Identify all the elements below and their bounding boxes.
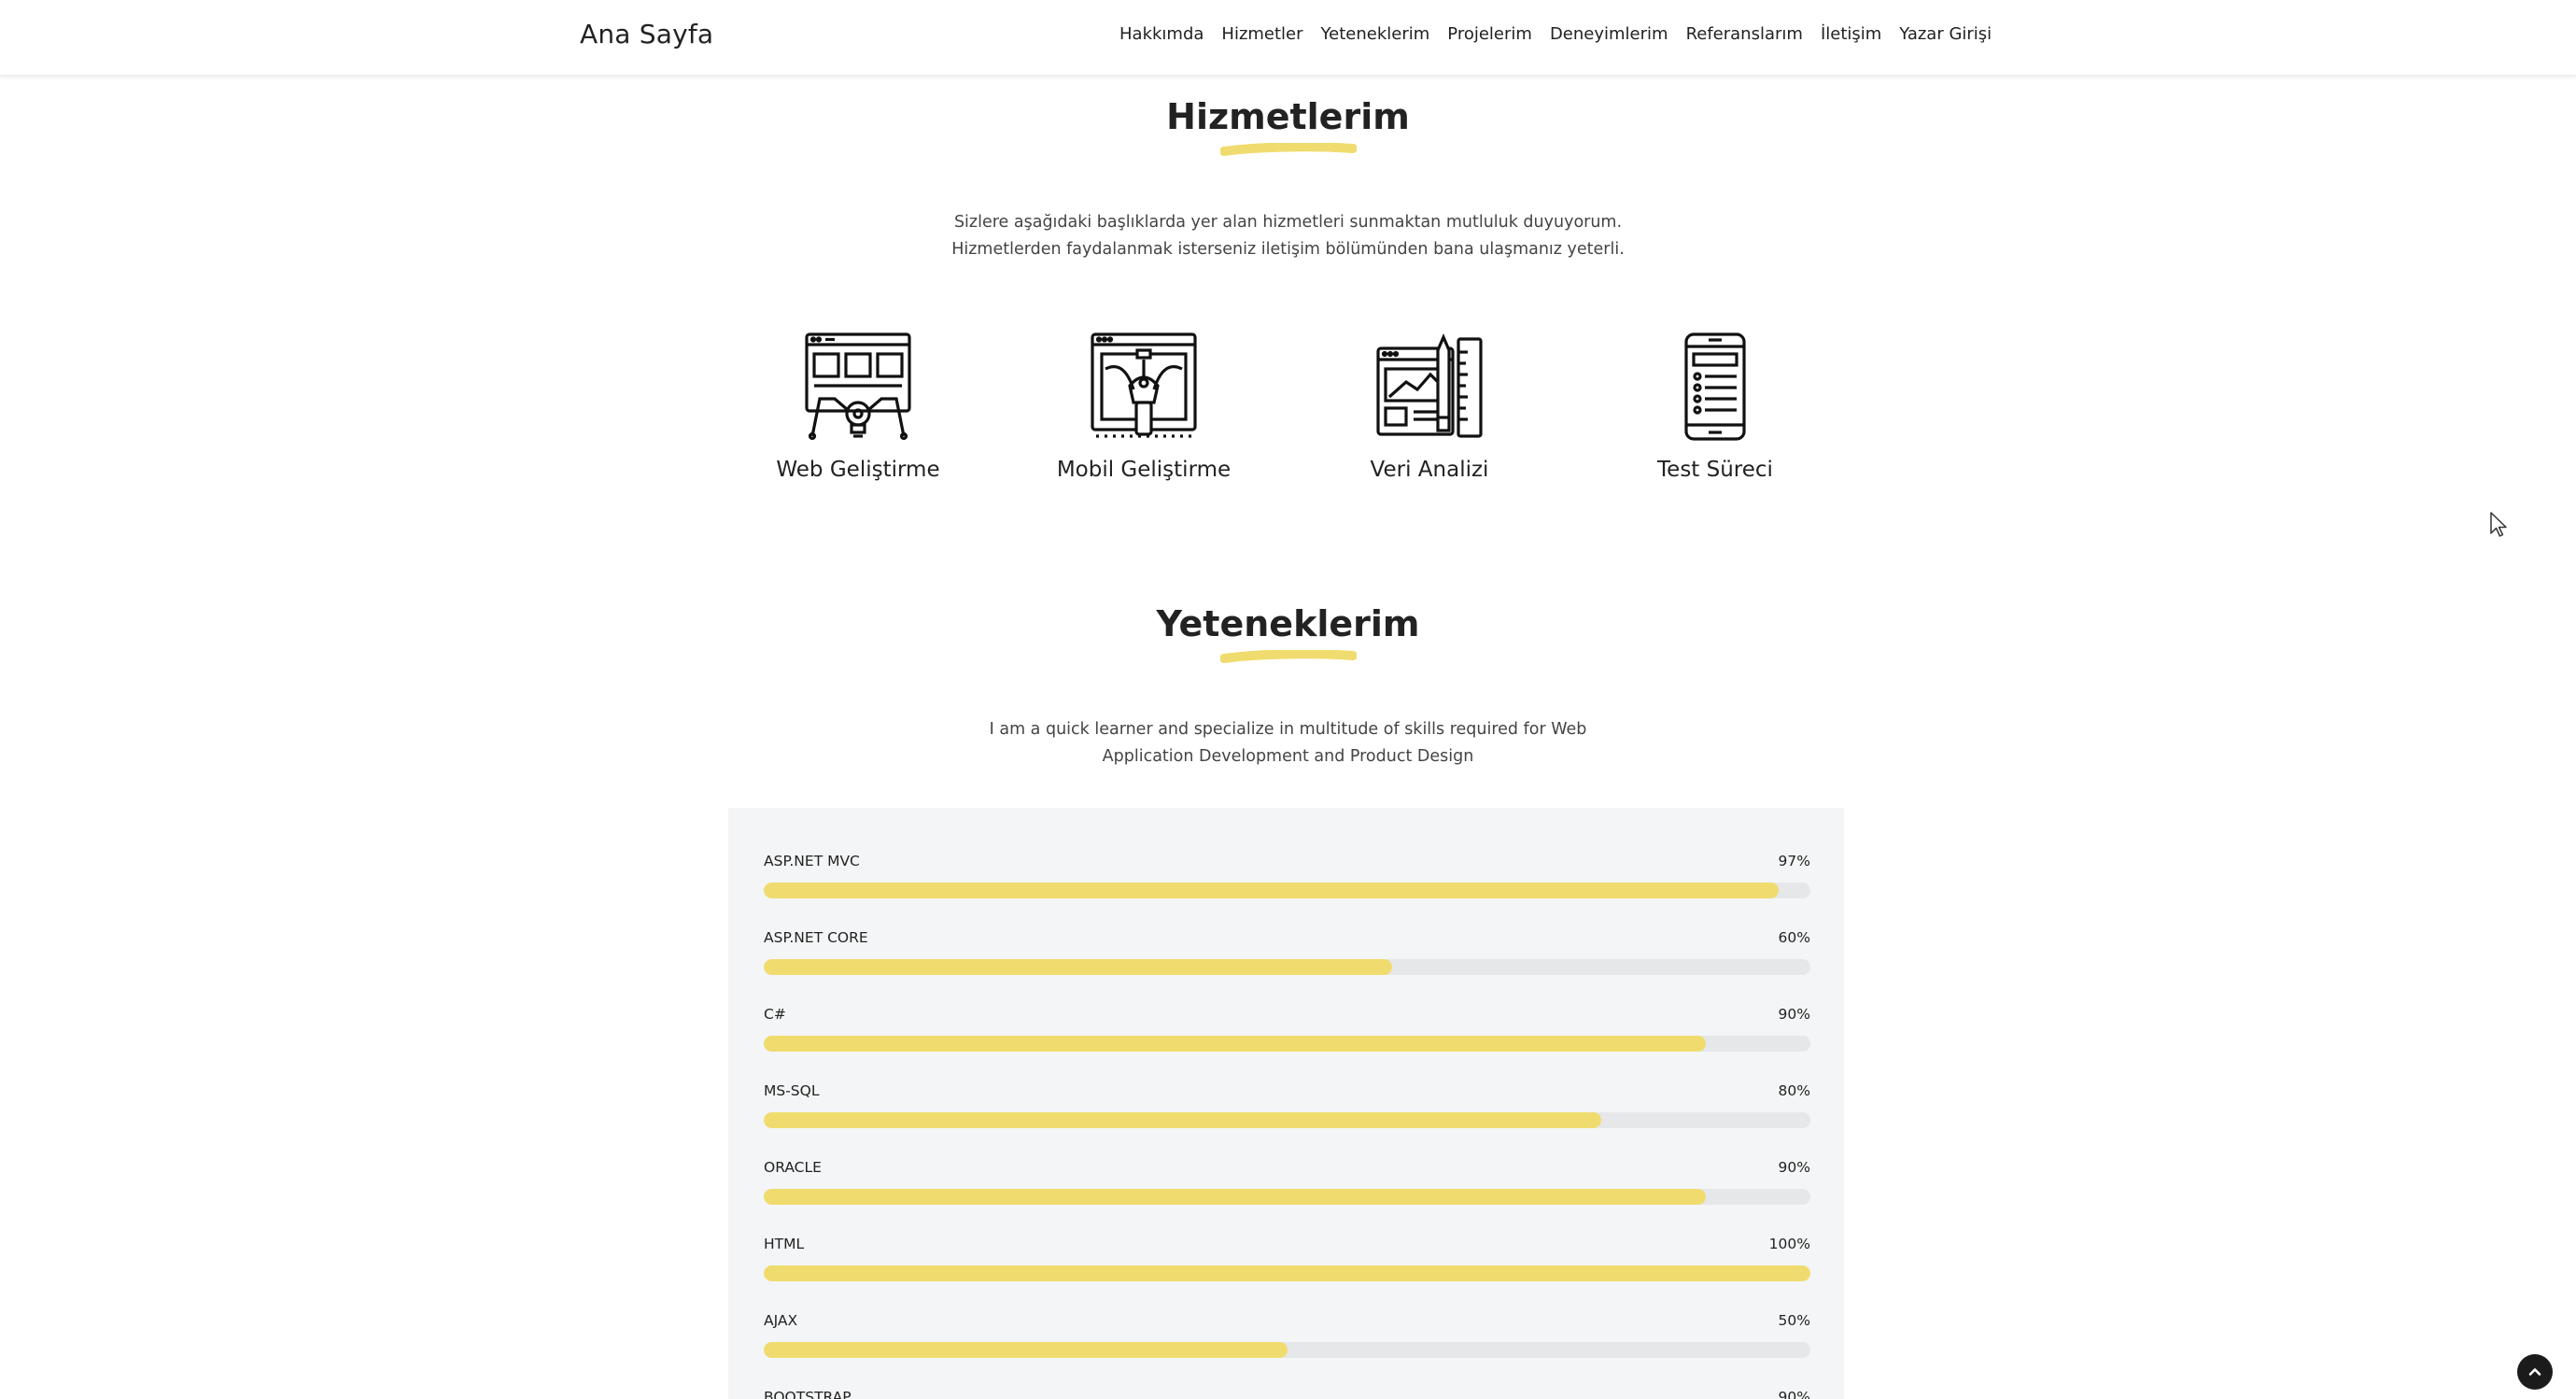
- skill-percent: 90%: [1778, 1006, 1810, 1023]
- service-label: Web Geliştirme: [776, 458, 940, 482]
- skill-row: ASP.NET CORE 60%: [764, 929, 1810, 985]
- skill-progress-track: [764, 1189, 1810, 1205]
- nav-link-services[interactable]: Hizmetler: [1221, 24, 1302, 44]
- nav-links: Hakkımda Hizmetler Yeteneklerim Projeler…: [1119, 24, 2009, 44]
- services-desc-line-2: Hizmetlerden faydalanmak isterseniz ilet…: [951, 240, 1625, 259]
- scroll-to-top-button[interactable]: [2517, 1354, 2553, 1390]
- service-web-development: Web Geliştirme: [737, 332, 979, 482]
- skill-name: ASP.NET CORE: [764, 929, 868, 946]
- nav-link-author-login[interactable]: Yazar Girişi: [1899, 24, 1992, 44]
- skill-percent: 90%: [1778, 1159, 1810, 1176]
- services-title: Hizmetlerim: [1166, 96, 1410, 137]
- skill-name: MS-SQL: [764, 1082, 820, 1099]
- service-label: Mobil Geliştirme: [1056, 458, 1232, 482]
- skill-progress-track: [764, 1036, 1810, 1052]
- skill-row: C# 90%: [764, 1006, 1810, 1062]
- nav-link-projects[interactable]: Projelerim: [1447, 24, 1532, 44]
- skill-name: ORACLE: [764, 1159, 822, 1176]
- mobile-checklist-icon: [1684, 332, 1746, 441]
- skills-panel: ASP.NET MVC 97% ASP.NET CORE 60% C# 90% …: [728, 808, 1844, 1399]
- service-label: Veri Analizi: [1370, 458, 1489, 482]
- navbar: Ana Sayfa Hakkımda Hizmetler Yetenekleri…: [0, 0, 2576, 76]
- skill-row: MS-SQL 80%: [764, 1082, 1810, 1138]
- service-mobile-development: Mobil Geliştirme: [1022, 332, 1265, 482]
- nav-link-references[interactable]: Referanslarım: [1686, 24, 1803, 44]
- skill-progress-track: [764, 1265, 1810, 1281]
- skill-progress-fill: [764, 1189, 1706, 1205]
- skill-name: AJAX: [764, 1312, 798, 1329]
- skill-progress-track: [764, 959, 1810, 975]
- skill-row: HTML 100%: [764, 1236, 1810, 1292]
- skill-name: BOOTSTRAP: [764, 1389, 852, 1399]
- service-testing: Test Süreci: [1594, 332, 1837, 482]
- nav-link-skills[interactable]: Yeteneklerim: [1321, 24, 1430, 44]
- skill-percent: 100%: [1768, 1236, 1810, 1252]
- skill-progress-track: [764, 1342, 1810, 1358]
- skill-progress-fill: [764, 959, 1392, 975]
- brand-home-link[interactable]: Ana Sayfa: [580, 19, 713, 49]
- skills-description: I am a quick learner and specialize in m…: [0, 716, 2576, 770]
- skills-desc-line-1: I am a quick learner and specialize in m…: [989, 720, 1587, 739]
- nav-link-about[interactable]: Hakkımda: [1119, 24, 1204, 44]
- skill-progress-fill: [764, 883, 1780, 898]
- skill-percent: 60%: [1778, 929, 1810, 946]
- services-desc-line-1: Sizlere aşağıdaki başlıklarda yer alan h…: [953, 213, 1623, 232]
- chevron-up-icon: [2528, 1368, 2541, 1376]
- skill-progress-track: [764, 883, 1810, 898]
- web-development-icon: [805, 332, 911, 441]
- skill-row: ORACLE 90%: [764, 1159, 1810, 1215]
- skills-title-underline: [1220, 650, 1357, 663]
- skill-percent: 50%: [1778, 1312, 1810, 1329]
- skill-percent: 90%: [1778, 1389, 1810, 1399]
- skill-row: ASP.NET MVC 97%: [764, 853, 1810, 909]
- skill-row: BOOTSTRAP 90%: [764, 1389, 1810, 1399]
- skill-name: HTML: [764, 1236, 805, 1252]
- services-title-underline: [1220, 143, 1357, 156]
- data-analysis-icon: [1376, 332, 1483, 438]
- design-tool-icon: [1091, 332, 1197, 438]
- skill-progress-fill: [764, 1112, 1601, 1128]
- skill-percent: 80%: [1778, 1082, 1810, 1099]
- skill-row: AJAX 50%: [764, 1312, 1810, 1368]
- page: Ana Sayfa Hakkımda Hizmetler Yetenekleri…: [0, 0, 2576, 1399]
- nav-link-experience[interactable]: Deneyimlerim: [1550, 24, 1668, 44]
- skill-name: C#: [764, 1006, 786, 1023]
- skill-name: ASP.NET MVC: [764, 853, 860, 869]
- skill-progress-fill: [764, 1036, 1706, 1052]
- skill-progress-fill: [764, 1342, 1288, 1358]
- skill-percent: 97%: [1778, 853, 1810, 869]
- service-label: Test Süreci: [1657, 458, 1773, 482]
- skills-title: Yeteneklerim: [1156, 603, 1420, 644]
- skill-progress-fill: [764, 1265, 1810, 1281]
- service-data-analysis: Veri Analizi: [1308, 332, 1551, 482]
- services-description: Sizlere aşağıdaki başlıklarda yer alan h…: [0, 209, 2576, 263]
- mouse-cursor-icon: [2490, 512, 2507, 537]
- skills-desc-line-2: Application Development and Product Desi…: [1102, 747, 1474, 766]
- skill-progress-track: [764, 1112, 1810, 1128]
- nav-link-contact[interactable]: İletişim: [1821, 24, 1881, 44]
